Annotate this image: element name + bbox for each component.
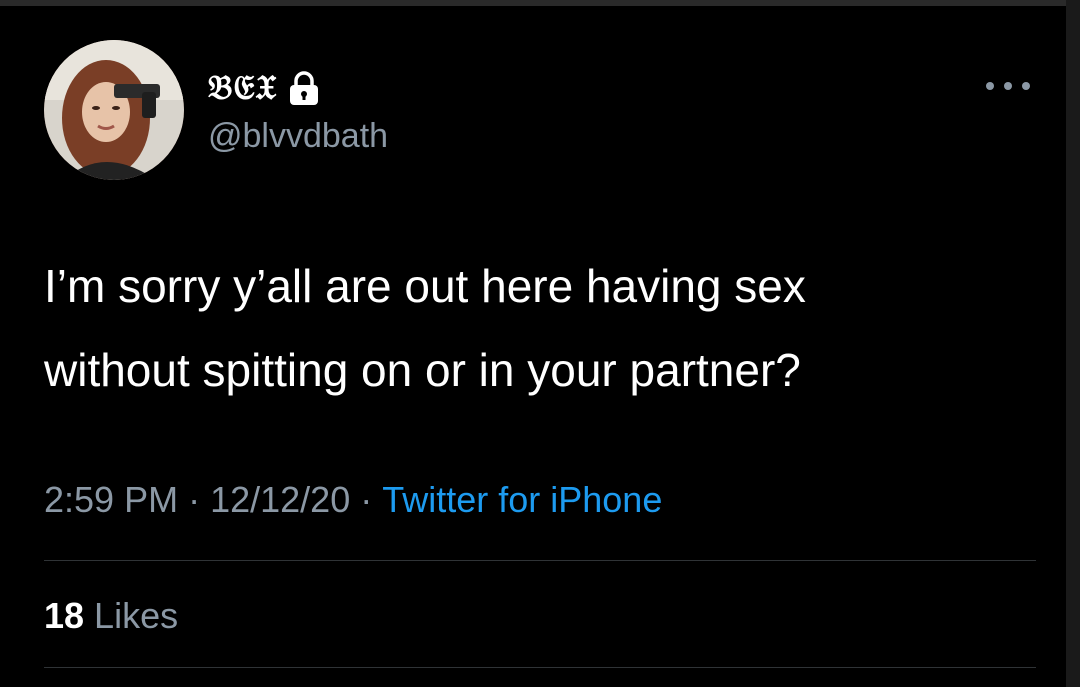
- meta-separator: ·: [188, 479, 201, 520]
- scroll-edge: [1066, 0, 1080, 687]
- tweet-meta: 2:59 PM · 12/12/20 · Twitter for iPhone: [44, 476, 662, 524]
- more-dot: [986, 82, 994, 90]
- tweet-source-link[interactable]: Twitter for iPhone: [382, 479, 662, 520]
- user-handle[interactable]: @blvvdbath: [208, 116, 388, 156]
- more-icon[interactable]: [986, 78, 1030, 94]
- likes-count: 18: [44, 595, 85, 636]
- likes-row[interactable]: 18 Likes: [44, 592, 178, 640]
- lock-icon: [287, 70, 321, 106]
- divider: [44, 667, 1036, 668]
- avatar-image: [44, 40, 184, 180]
- display-name-row: 𝔅𝔈𝔛: [208, 68, 321, 108]
- top-border: [0, 0, 1080, 6]
- more-dot: [1004, 82, 1012, 90]
- avatar[interactable]: [44, 40, 184, 180]
- tweet-text: I’m sorry y’all are out here having sex …: [44, 260, 806, 396]
- likes-label: Likes: [94, 595, 179, 636]
- meta-separator: ·: [360, 479, 373, 520]
- tweet-date: 12/12/20: [210, 479, 351, 520]
- more-dot: [1022, 82, 1030, 90]
- tweet-time: 2:59 PM: [44, 479, 179, 520]
- display-name[interactable]: 𝔅𝔈𝔛: [208, 68, 277, 108]
- divider: [44, 560, 1036, 561]
